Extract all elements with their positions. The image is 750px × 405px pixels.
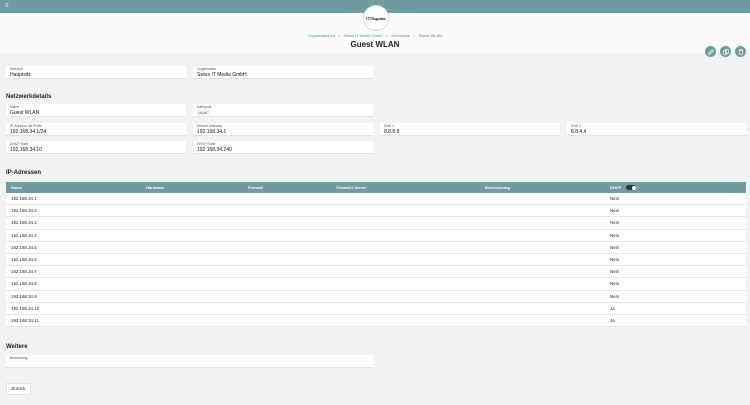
table-row[interactable]: 192.168.34.11 Ja: [6, 315, 746, 328]
dns2-label: DNS 2: [571, 124, 581, 128]
name-value: Guest WLAN: [10, 110, 40, 116]
ip-address-cell[interactable]: 192.168.34.8: [11, 278, 37, 290]
kategorie-field[interactable]: Kategorie WLAN: [193, 104, 373, 117]
ip-prefix-field[interactable]: IP-Adresse mit Prefix 192.168.34.1/24: [6, 123, 186, 136]
dhcp-start-value: 192.168.34.10: [10, 147, 42, 153]
kategorie-label: Kategorie: [197, 105, 212, 109]
dhcp-cell: Nein: [610, 269, 620, 275]
table-row[interactable]: 192.168.34.8 Nein: [6, 278, 746, 291]
page-title: Guest WLAN: [350, 40, 400, 49]
standort-label: Standort: [10, 67, 23, 71]
breadcrumb-separator: >: [386, 33, 389, 38]
ip-address-cell[interactable]: 192.168.34.9: [11, 291, 37, 303]
dhcp-start-label: DHCP Start: [10, 142, 28, 146]
ip-address-cell[interactable]: 192.168.34.7: [11, 266, 37, 278]
ip-prefix-label: IP-Adresse mit Prefix: [10, 124, 42, 128]
dhcp-ende-label: DHCP Ende: [197, 142, 216, 146]
column-header-name[interactable]: Name: [11, 182, 22, 193]
column-header-dhcp[interactable]: DHCP: [610, 182, 621, 193]
section-title-netzwerkdetails: Netzwerkdetails: [6, 94, 52, 100]
column-header-server[interactable]: Virtueller Server: [336, 182, 367, 193]
dns2-value: 8.8.4.4: [571, 129, 587, 135]
dhcp-cell: Nein: [610, 244, 620, 250]
dns1-value: 8.8.8.8: [384, 129, 400, 135]
delete-button[interactable]: [735, 46, 746, 57]
dns2-field[interactable]: DNS 2 8.8.4.4: [567, 123, 746, 136]
dns1-field[interactable]: DNS 1 8.8.8.8: [380, 123, 560, 136]
bemerkung-label: Bemerkung: [10, 356, 28, 360]
bemerkung-field[interactable]: Bemerkung: [6, 355, 373, 368]
dhcp-cell: Nein: [610, 208, 620, 214]
breadcrumb-separator: >: [413, 33, 416, 38]
gateway-label: Default Gateway: [197, 124, 223, 128]
dhcp-start-field[interactable]: DHCP Start 192.168.34.10: [6, 141, 186, 154]
ip-table: Name Hardware Firewall Virtueller Server…: [6, 182, 746, 328]
ip-address-cell[interactable]: 192.168.34.4: [11, 230, 37, 242]
dhcp-ende-value: 192.168.34.240: [197, 147, 232, 153]
logo-text: ITMagazine: [366, 15, 386, 21]
back-button[interactable]: Zurück: [6, 383, 31, 395]
copy-icon: [722, 48, 729, 55]
standort-value: Hauptsitz: [10, 72, 31, 78]
toggle-knob: [631, 185, 636, 190]
organisation-value: Swiss IT Media GmbH: [197, 72, 247, 78]
dhcp-cell: Nein: [610, 293, 620, 299]
column-header-bezeichnung[interactable]: Bezeichnung: [485, 182, 510, 193]
ip-address-cell[interactable]: 192.168.34.2: [11, 205, 37, 217]
table-row[interactable]: 192.168.34.5 Nein: [6, 242, 746, 254]
ip-address-cell[interactable]: 192.168.34.11: [11, 315, 39, 327]
dhcp-cell: Nein: [610, 281, 620, 287]
breadcrumb-item-organisation[interactable]: Swiss IT Media GmbH: [343, 33, 383, 38]
table-row[interactable]: 192.168.34.10 Ja: [6, 303, 746, 315]
column-header-hardware[interactable]: Hardware: [146, 182, 164, 193]
table-row[interactable]: 192.168.34.4 Nein: [6, 230, 746, 242]
gateway-field[interactable]: Default Gateway 192.168.34.1: [193, 123, 373, 136]
table-header: Name Hardware Firewall Virtueller Server…: [6, 182, 746, 193]
breadcrumb-item-organisationen[interactable]: Organisationen: [308, 33, 335, 38]
copy-button[interactable]: [720, 46, 731, 57]
breadcrumb-item-netzwerke[interactable]: Netzwerke: [391, 33, 410, 38]
ip-address-cell[interactable]: 192.168.34.1: [11, 193, 37, 205]
ip-prefix-value: 192.168.34.1/24: [10, 129, 47, 135]
dhcp-cell: Ja: [610, 305, 615, 311]
organisation-label: Organisation: [197, 67, 217, 71]
breadcrumb: Organisationen > Swiss IT Media GmbH > Netzw…: [0, 33, 750, 38]
standort-field[interactable]: Standort Hauptsitz: [6, 66, 186, 79]
table-row[interactable]: 192.168.34.3 Nein: [6, 217, 746, 230]
breadcrumb-item-current: Guest WLAN: [418, 33, 443, 38]
section-title-ip-adressen: IP-Adressen: [6, 170, 42, 176]
edit-button[interactable]: [705, 46, 716, 57]
kategorie-tag: WLAN: [197, 110, 210, 115]
gateway-value: 192.168.34.1: [197, 129, 227, 135]
dhcp-filter-toggle[interactable]: [626, 185, 636, 190]
table-row[interactable]: 192.168.34.1 Nein: [6, 193, 746, 206]
hamburger-menu-icon[interactable]: ≡: [5, 3, 11, 9]
ip-address-cell[interactable]: 192.168.34.10: [11, 303, 39, 315]
table-body: 192.168.34.1 Nein 192.168.34.2 Nein 192.168.…: [6, 193, 746, 328]
dhcp-cell: Nein: [610, 232, 620, 238]
name-field[interactable]: Name Guest WLAN: [6, 104, 186, 117]
table-row[interactable]: 192.168.34.2 Nein: [6, 205, 746, 218]
dhcp-cell: Ja: [610, 317, 615, 323]
ip-address-cell[interactable]: 192.168.34.5: [11, 242, 37, 254]
breadcrumb-separator: >: [338, 33, 341, 38]
dns1-label: DNS 1: [384, 124, 394, 128]
table-row[interactable]: 192.168.34.7 Nein: [6, 266, 746, 279]
pencil-icon: [707, 48, 714, 55]
dhcp-cell: Nein: [610, 256, 620, 262]
dhcp-cell: Nein: [610, 220, 620, 226]
table-row[interactable]: 192.168.34.9 Nein: [6, 291, 746, 303]
name-label: Name: [10, 105, 20, 109]
section-title-weitere: Weitere: [6, 344, 28, 350]
dhcp-cell: Nein: [610, 196, 620, 201]
table-row[interactable]: 192.168.34.6 Nein: [6, 254, 746, 267]
ip-address-cell[interactable]: 192.168.34.6: [11, 254, 37, 266]
column-header-firewall[interactable]: Firewall: [248, 182, 263, 193]
organisation-field[interactable]: Organisation Swiss IT Media GmbH: [193, 66, 373, 79]
ip-address-cell[interactable]: 192.168.34.3: [11, 217, 37, 229]
dhcp-ende-field[interactable]: DHCP Ende 192.168.34.240: [193, 141, 373, 154]
logo[interactable]: ITMagazine: [363, 5, 389, 31]
trash-icon: [738, 48, 743, 55]
